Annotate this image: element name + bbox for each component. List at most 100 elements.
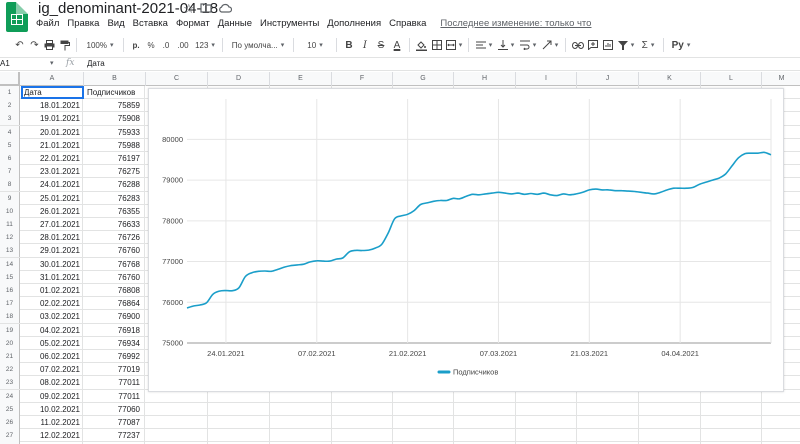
row-number[interactable]: 7: [0, 165, 20, 179]
cell-subscribers[interactable]: 76355: [84, 204, 145, 218]
cell-subscribers[interactable]: 76808: [84, 284, 145, 297]
insert-link-icon[interactable]: [570, 36, 585, 54]
row-number[interactable]: 18: [0, 310, 20, 324]
row-number[interactable]: 5: [0, 138, 20, 152]
select-all-corner[interactable]: [0, 72, 20, 86]
merge-cells-icon[interactable]: [444, 36, 464, 54]
strikethrough-button[interactable]: S: [373, 36, 389, 54]
row-number[interactable]: 22: [0, 363, 20, 377]
row-number[interactable]: 23: [0, 376, 20, 390]
cloud-status-icon[interactable]: [218, 1, 233, 16]
fill-color-icon[interactable]: [414, 36, 429, 54]
percent-format-button[interactable]: %: [144, 36, 158, 54]
print-icon[interactable]: [42, 36, 57, 54]
row-number[interactable]: 14: [0, 257, 20, 271]
column-header[interactable]: E: [270, 72, 332, 86]
borders-icon[interactable]: [429, 36, 444, 54]
cell-date[interactable]: 01.02.2021: [21, 284, 83, 297]
cell-date[interactable]: 21.01.2021: [21, 138, 83, 152]
cell-subscribers[interactable]: 75988: [84, 138, 145, 152]
undo-icon[interactable]: ↶: [12, 36, 27, 54]
cell-subscribers[interactable]: 76726: [84, 231, 145, 245]
cell-date[interactable]: 20.01.2021: [21, 125, 83, 139]
row-number[interactable]: 8: [0, 178, 20, 192]
horizontal-align-icon[interactable]: [473, 36, 495, 54]
cell-date[interactable]: 10.02.2021: [21, 402, 83, 416]
cell-subscribers[interactable]: 76288: [84, 178, 145, 192]
zoom-select[interactable]: 100%: [81, 36, 119, 54]
move-folder-icon[interactable]: [200, 1, 212, 16]
row-number[interactable]: 12: [0, 231, 20, 245]
cell-subscribers[interactable]: 76760: [84, 244, 145, 258]
cell-subscribers[interactable]: 76197: [84, 152, 145, 165]
row-number[interactable]: 17: [0, 297, 20, 311]
row-number[interactable]: 21: [0, 350, 20, 363]
font-size-select[interactable]: 10: [298, 36, 332, 54]
cell-date[interactable]: 22.01.2021: [21, 152, 83, 165]
column-header[interactable]: M: [762, 72, 800, 86]
column-header[interactable]: I: [516, 72, 577, 86]
cell-subscribers[interactable]: 75859: [84, 99, 145, 113]
column-header[interactable]: D: [208, 72, 270, 86]
cell-date[interactable]: 07.02.2021: [21, 363, 83, 377]
font-family-select[interactable]: По умолча...: [227, 36, 289, 54]
italic-button[interactable]: I: [357, 36, 373, 54]
menu-insert[interactable]: Вставка: [133, 18, 168, 29]
name-box-dropdown-icon[interactable]: ▾: [50, 59, 54, 67]
cell-date[interactable]: 18.01.2021: [21, 99, 83, 113]
menu-file[interactable]: Файл: [36, 18, 59, 29]
cell-subscribers[interactable]: 77060: [84, 402, 145, 416]
row-number[interactable]: 9: [0, 191, 20, 205]
text-rotation-icon[interactable]: [539, 36, 561, 54]
currency-format-button[interactable]: р.: [128, 36, 144, 54]
row-number[interactable]: 2: [0, 99, 20, 113]
cell-subscribers[interactable]: 76760: [84, 270, 145, 284]
cell-subscribers[interactable]: 77011: [84, 376, 145, 390]
filter-icon[interactable]: [615, 36, 637, 54]
cell-subscribers[interactable]: 77019: [84, 363, 145, 377]
column-header[interactable]: C: [146, 72, 208, 86]
menu-view[interactable]: Вид: [107, 18, 124, 29]
cell-date[interactable]: 04.02.2021: [21, 323, 83, 337]
cell-subscribers[interactable]: 76633: [84, 218, 145, 231]
cell-subscribers[interactable]: 75933: [84, 125, 145, 139]
cell-subscribers[interactable]: 76275: [84, 165, 145, 179]
column-header[interactable]: G: [393, 72, 454, 86]
cell-subscribers[interactable]: 75908: [84, 112, 145, 126]
cell-subscribers[interactable]: 76283: [84, 191, 145, 205]
header-cell-subscribers[interactable]: Подписчиков: [84, 86, 145, 99]
star-icon[interactable]: ☆: [183, 1, 195, 17]
column-header[interactable]: L: [701, 72, 762, 86]
cell-date[interactable]: 27.01.2021: [21, 218, 83, 231]
insert-comment-icon[interactable]: [585, 36, 600, 54]
cell-date[interactable]: 23.01.2021: [21, 165, 83, 179]
cell-subscribers[interactable]: 76900: [84, 310, 145, 324]
row-number[interactable]: 20: [0, 336, 20, 350]
cell-date[interactable]: 26.01.2021: [21, 204, 83, 218]
row-number[interactable]: 25: [0, 402, 20, 416]
row-number[interactable]: 10: [0, 204, 20, 218]
menu-edit[interactable]: Правка: [67, 18, 99, 29]
redo-icon[interactable]: ↷: [27, 36, 42, 54]
column-header[interactable]: A: [21, 72, 84, 86]
column-header[interactable]: H: [454, 72, 516, 86]
column-header[interactable]: J: [577, 72, 639, 86]
row-number[interactable]: 6: [0, 152, 20, 165]
row-number[interactable]: 4: [0, 125, 20, 139]
cell-date[interactable]: 11.02.2021: [21, 416, 83, 429]
menu-help[interactable]: Справка: [389, 18, 426, 29]
cell-subscribers[interactable]: 77237: [84, 429, 145, 443]
cell-subscribers[interactable]: 76918: [84, 323, 145, 337]
cell-date[interactable]: 28.01.2021: [21, 231, 83, 245]
row-number[interactable]: 13: [0, 244, 20, 258]
row-number[interactable]: 15: [0, 270, 20, 284]
row-number[interactable]: 11: [0, 218, 20, 231]
sheets-logo-icon[interactable]: [6, 2, 28, 32]
cell-date[interactable]: 30.01.2021: [21, 257, 83, 271]
bold-button[interactable]: B: [341, 36, 357, 54]
cell-subscribers[interactable]: 77011: [84, 389, 145, 403]
cell-date[interactable]: 02.02.2021: [21, 297, 83, 311]
cell-date[interactable]: 19.01.2021: [21, 112, 83, 126]
text-wrap-icon[interactable]: [517, 36, 539, 54]
cell-subscribers[interactable]: 76768: [84, 257, 145, 271]
